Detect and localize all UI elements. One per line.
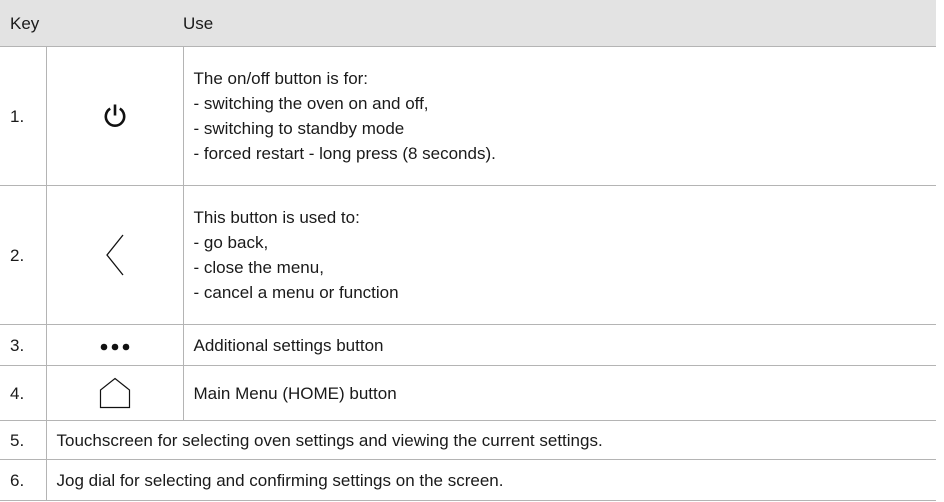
row-number: 2. [0, 185, 47, 325]
chevron-left-icon [45, 185, 184, 325]
table-header-row: Key Use [0, 0, 936, 47]
row-text: Touchscreen for selecting oven settings … [45, 420, 936, 460]
use-line: - switching to standby mode [193, 119, 405, 138]
row-number: 3. [0, 324, 47, 366]
table-row: 4. Main Menu (HOME) button [0, 365, 936, 421]
home-icon [45, 365, 184, 421]
use-line: - cancel a menu or function [193, 283, 399, 302]
table-row: 1. The on/off button is for: - switching… [0, 46, 936, 186]
use-line: - close the menu, [193, 258, 324, 277]
use-line: - forced restart - long press (8 seconds… [193, 144, 496, 163]
table-row: 6. Jog dial for selecting and confirming… [0, 459, 936, 501]
table-row: 2. This button is used to: - go back, - … [0, 185, 936, 325]
row-number: 5. [0, 420, 47, 460]
use-line: - switching the oven on and off, [193, 94, 429, 113]
table-row: 5. Touchscreen for selecting oven settin… [0, 420, 936, 460]
use-line: Additional settings button [193, 335, 384, 355]
row-text: Jog dial for selecting and confirming se… [45, 459, 936, 501]
use-description: The on/off button is for: - switching th… [182, 46, 936, 186]
use-line: Main Menu (HOME) button [193, 383, 397, 403]
use-description: Additional settings button [182, 324, 936, 366]
use-line: - go back, [193, 233, 269, 252]
power-icon [45, 46, 184, 186]
table-row: 3. Additional settings button [0, 324, 936, 366]
key-table: Key Use 1. The on/off button is for: - s… [0, 0, 936, 501]
use-description: This button is used to: - go back, - clo… [182, 185, 936, 325]
row-number: 1. [0, 46, 47, 186]
row-number: 4. [0, 365, 47, 421]
more-dots-icon [45, 324, 184, 366]
header-key: Key [0, 0, 184, 47]
header-use: Use [183, 0, 936, 47]
use-line: This button is used to: [193, 208, 360, 227]
use-description: Main Menu (HOME) button [182, 365, 936, 421]
use-line: The on/off button is for: [193, 69, 369, 88]
row-number: 6. [0, 459, 47, 501]
